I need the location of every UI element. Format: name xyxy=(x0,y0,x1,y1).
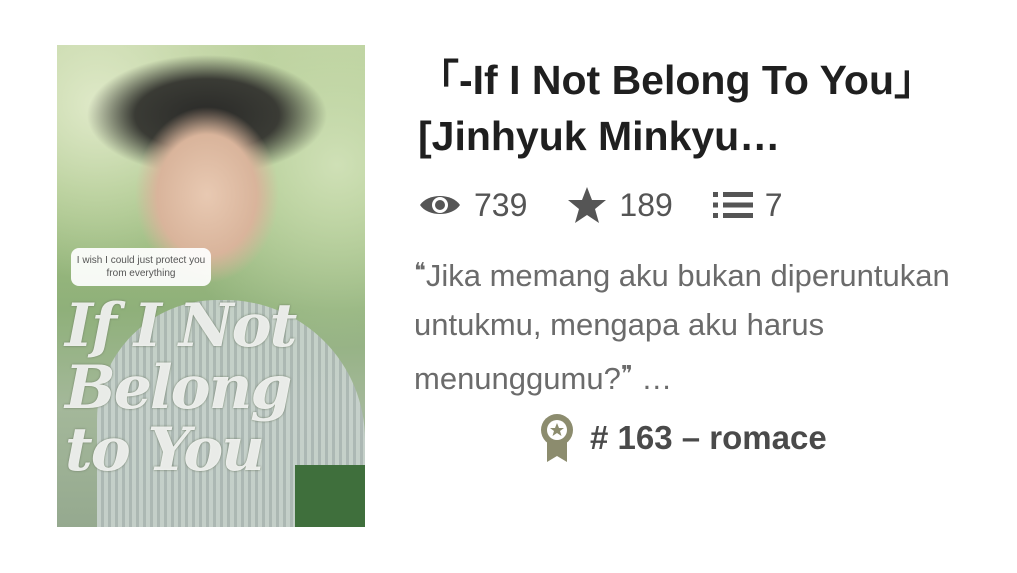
eye-icon xyxy=(420,196,460,214)
ranking-badge[interactable]: # 163 – romace xyxy=(538,412,827,464)
story-cover[interactable]: I wish I could just protect you from eve… xyxy=(57,45,365,527)
list-icon xyxy=(712,192,753,218)
open-quote: ❝ xyxy=(414,258,426,283)
description-ellipsis: … xyxy=(632,361,673,396)
ribbon-badge-icon xyxy=(541,414,573,462)
votes-stat: 189 xyxy=(567,186,673,224)
parts-count: 7 xyxy=(764,186,783,223)
star-icon xyxy=(568,187,607,223)
rank-label: # 163 – romace xyxy=(590,419,827,456)
reads-count: 739 xyxy=(474,186,528,223)
story-stats: 739 189 7 xyxy=(418,184,823,226)
close-quote: ❞ xyxy=(620,361,633,386)
story-description[interactable]: ❝Jika memang aku bukan diperuntukan untu… xyxy=(414,246,974,403)
parts-stat: 7 xyxy=(712,186,783,224)
cover-title-text: If I Not Belong to You xyxy=(65,291,297,485)
reads-stat: 739 xyxy=(418,187,527,224)
votes-count: 189 xyxy=(619,186,673,223)
cover-speech-bubble: I wish I could just protect you from eve… xyxy=(71,248,211,286)
description-text: Jika memang aku bukan diperuntukan untuk… xyxy=(414,258,950,396)
story-title[interactable]: 「-If I Not Belong To You」[Jinhyuk Minkyu… xyxy=(418,52,978,164)
